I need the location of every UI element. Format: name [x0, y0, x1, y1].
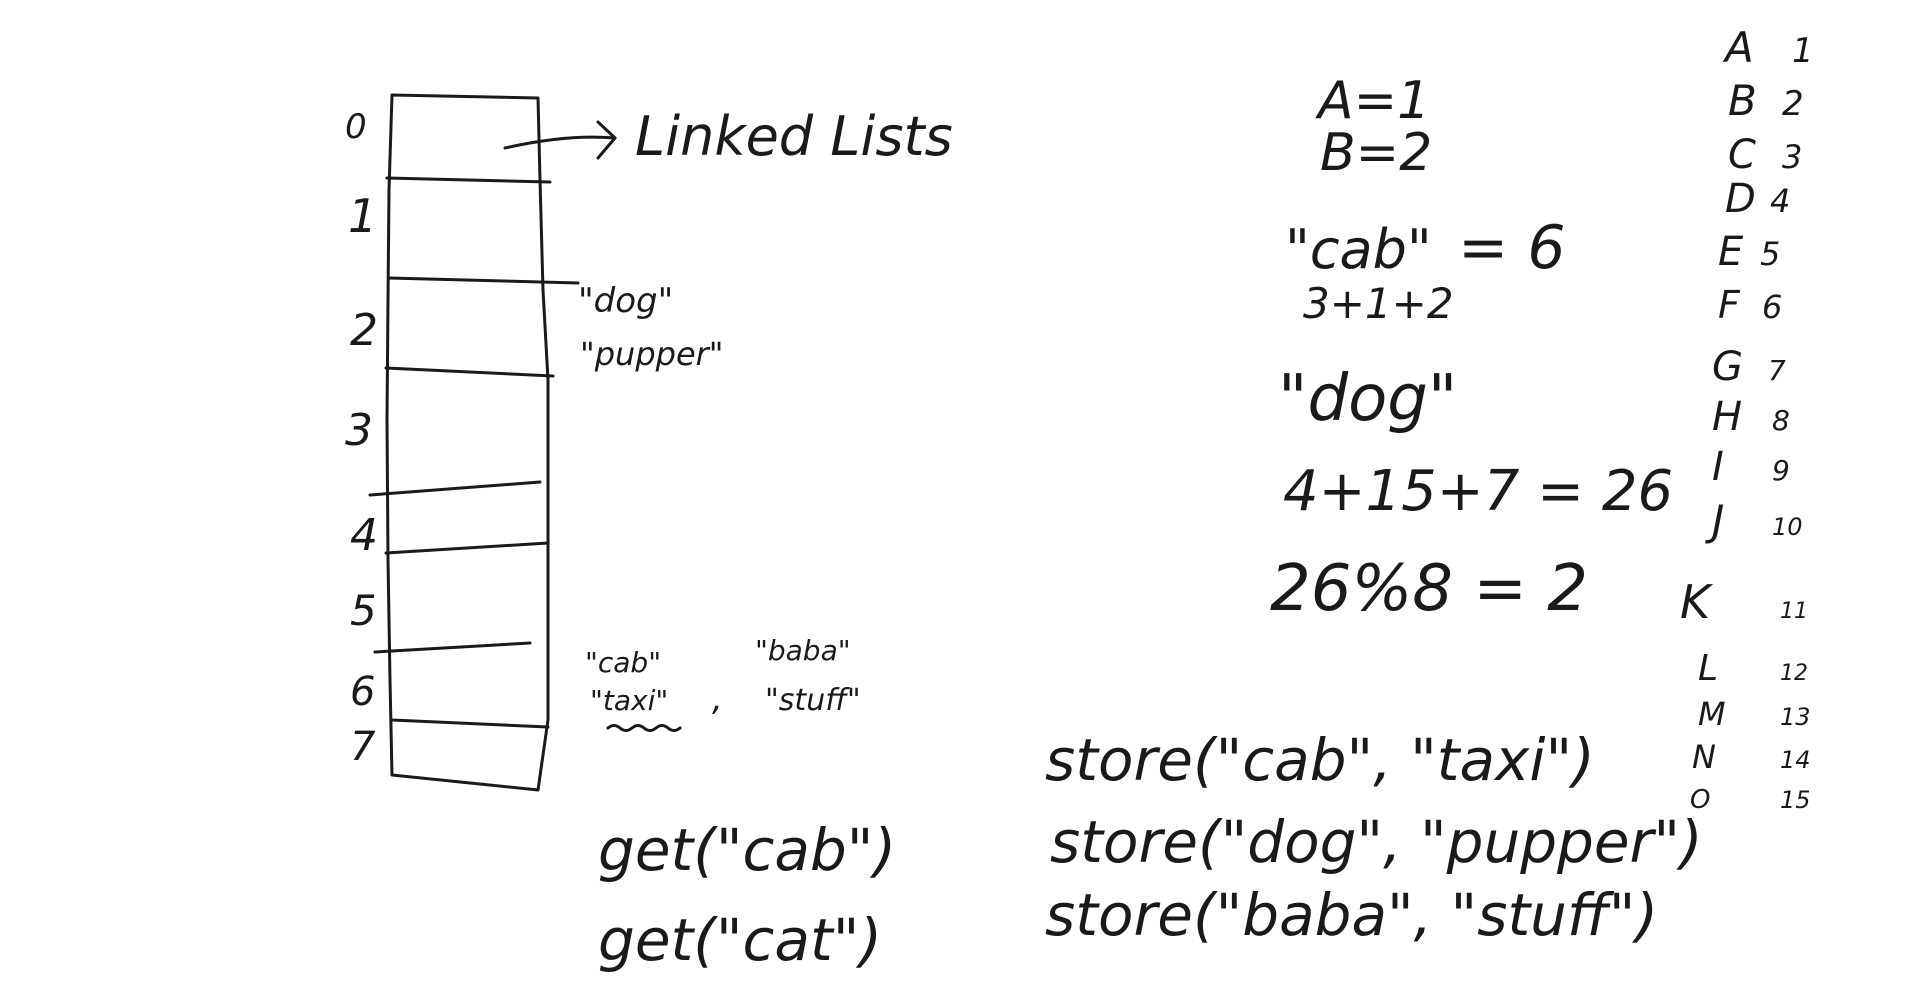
index-labels: 0 1 2 3 4 5 6 7 [345, 107, 378, 770]
linked-lists-arrow: Linked Lists [503, 105, 953, 168]
bucket-2-value: "pupper" [580, 335, 724, 373]
slot-divider-2 [387, 276, 580, 285]
alphabet-value-h: 8 [1772, 404, 1790, 437]
bucket-6-value-1: "taxi" [590, 684, 668, 717]
get-call-1: get("cab") [598, 816, 896, 884]
letter-value-a: A=1 [1315, 71, 1430, 131]
alphabet-value-k: 11 [1780, 599, 1808, 624]
alphabet-letter-d: D [1725, 176, 1756, 222]
store-call-1: store("cab", "taxi") [1045, 726, 1595, 794]
alphabet-value-e: 5 [1760, 235, 1780, 273]
index-label-3: 3 [345, 405, 373, 456]
hash-calculations: A=1 B=2 "cab" 3+1+2 = 6 "dog" 4+15+7 = 2… [1270, 71, 1673, 626]
alphabet-value-i: 9 [1772, 454, 1790, 487]
bucket-6-value-2: "stuff" [765, 683, 861, 718]
alphabet-letter-o: O [1690, 785, 1710, 815]
store-calls: store("cab", "taxi") store("dog", "puppe… [1045, 726, 1703, 949]
index-label-5: 5 [350, 586, 377, 635]
alphabet-letter-k: K [1680, 575, 1714, 629]
alphabet-letter-n: N [1692, 738, 1716, 776]
modulo-result: 26%8 = 2 [1270, 552, 1588, 626]
alphabet-value-m: 13 [1780, 703, 1811, 731]
alphabet-letter-c: C [1728, 132, 1756, 178]
alphabet-letter-e: E [1718, 229, 1744, 275]
index-label-1: 1 [348, 189, 377, 243]
bucket-6-key-2: "baba" [755, 634, 851, 667]
store-call-3: store("baba", "stuff") [1045, 881, 1658, 949]
cab-result: = 6 [1458, 213, 1566, 283]
cab-word: "cab" [1285, 218, 1432, 281]
alphabet-letter-a: A [1722, 23, 1754, 72]
alphabet-letter-b: B [1728, 76, 1757, 125]
slot-divider-4 [368, 480, 542, 497]
slot-divider-1 [385, 176, 552, 184]
alphabet-letter-g: G [1712, 344, 1743, 390]
array-outline [385, 93, 550, 792]
bucket-6-contents: "cab" "taxi" , "baba" "stuff" [585, 634, 861, 732]
cab-sum: 3+1+2 [1303, 279, 1454, 328]
letter-value-b: B=2 [1320, 123, 1432, 183]
index-label-0: 0 [345, 107, 367, 147]
get-call-2: get("cat") [598, 906, 882, 974]
index-label-6: 6 [350, 669, 375, 715]
slot-divider-6 [373, 641, 532, 654]
arrow-head [596, 120, 617, 160]
hash-table-array [368, 93, 580, 792]
bucket-2-contents: "dog" "pupper" [578, 281, 724, 373]
alphabet-letter-f: F [1718, 283, 1741, 327]
alphabet-value-table: A 1B 2C 3D 4E 5F 6G 7H 8 I 9 J 10 K 11 L 12 M 13 N 14 O 15 [1680, 23, 1814, 815]
alphabet-value-c: 3 [1782, 138, 1802, 176]
slot-divider-7 [390, 718, 550, 729]
linked-lists-label: Linked Lists [635, 105, 953, 168]
slot-divider-5 [384, 541, 550, 555]
index-label-7: 7 [350, 724, 376, 770]
get-calls: get("cab") get("cat") [598, 816, 896, 974]
dog-sum: 4+15+7 = 26 [1283, 459, 1673, 524]
bucket-6-key-1: "cab" [585, 646, 661, 679]
bucket-2-key: "dog" [578, 281, 673, 321]
alphabet-value-n: 14 [1780, 746, 1811, 774]
alphabet-value-j: 10 [1772, 513, 1803, 541]
alphabet-letter-m: M [1698, 695, 1726, 733]
whiteboard-canvas: 0 1 2 3 4 5 6 7 Linked Lists "dog" "pupp… [345, 23, 1814, 974]
alphabet-value-l: 12 [1780, 661, 1808, 686]
alphabet-value-a: 1 [1792, 31, 1814, 71]
alphabet-value-o: 15 [1780, 786, 1811, 814]
alphabet-value-g: 7 [1768, 354, 1786, 387]
alphabet-value-d: 4 [1770, 182, 1790, 220]
arrow-shaft [503, 135, 617, 150]
bucket-6-underline [606, 724, 682, 732]
alphabet-value-b: 2 [1782, 84, 1804, 124]
index-label-2: 2 [350, 305, 378, 356]
bucket-6-separator: , [712, 679, 723, 719]
alphabet-letter-j: J [1705, 496, 1724, 545]
slot-divider-3 [384, 366, 555, 378]
dog-word: "dog" [1278, 362, 1457, 436]
store-call-2: store("dog", "pupper") [1050, 808, 1703, 876]
alphabet-letter-i: I [1712, 444, 1724, 490]
alphabet-value-f: 6 [1762, 288, 1782, 326]
index-label-4: 4 [350, 510, 378, 561]
alphabet-letter-l: L [1698, 648, 1718, 689]
alphabet-letter-h: H [1712, 394, 1742, 440]
